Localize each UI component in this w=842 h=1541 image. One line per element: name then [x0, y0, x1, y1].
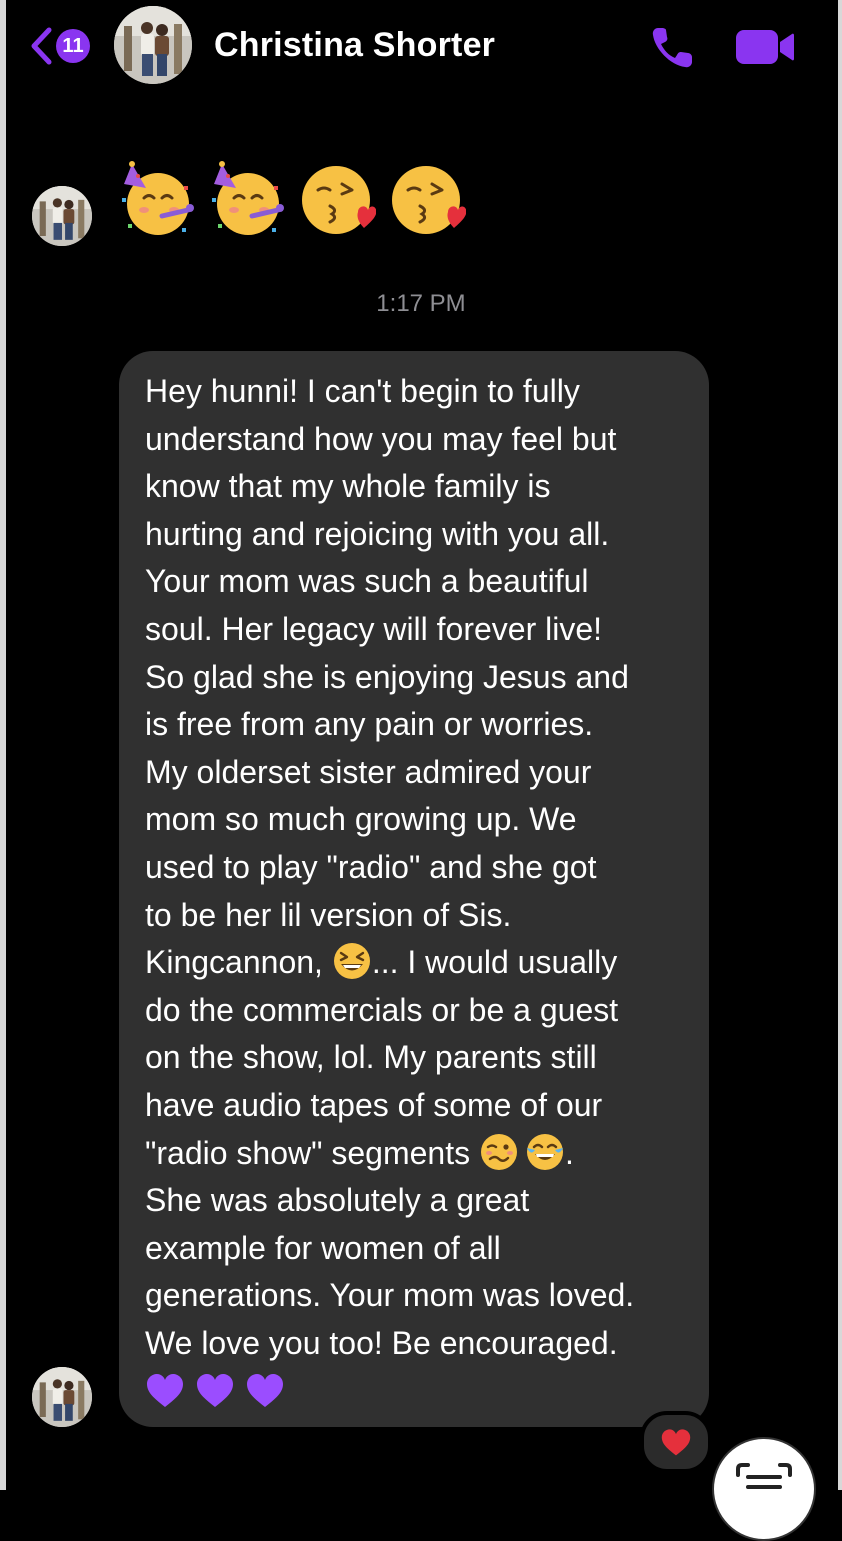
- purple-hearts-row: [145, 1371, 705, 1411]
- face-blowing-kiss-emoji: [302, 166, 376, 234]
- message-line: used to play "radio" and she got: [145, 848, 597, 885]
- message-line: She was absolutely a great: [145, 1182, 530, 1219]
- message-line: understand how you may feel but: [145, 420, 617, 457]
- partying-face-emoji: [122, 161, 194, 235]
- contact-name[interactable]: Christina Shorter: [214, 26, 495, 65]
- screen-edge-right: [838, 0, 842, 1490]
- face-with-tears-of-joy-emoji: [526, 1133, 563, 1170]
- avatar-photo: [32, 1367, 92, 1427]
- text-scan-icon: [736, 1463, 792, 1489]
- sender-avatar[interactable]: [32, 1367, 92, 1427]
- message-line: to be her lil version of Sis.: [145, 896, 512, 933]
- avatar-photo: [114, 6, 192, 84]
- avatar-photo: [32, 186, 92, 246]
- message-line: is free from any pain or worries.: [145, 706, 594, 743]
- message-line: My olderset sister admired your: [145, 753, 592, 790]
- purple-heart-icon: [247, 1374, 283, 1408]
- message-line: Your mom was such a beautiful: [145, 563, 589, 600]
- message-line: mom so much growing up. We: [145, 801, 577, 838]
- screen-edge-left: [0, 0, 6, 1490]
- message-line: example for women of all: [145, 1229, 501, 1266]
- unread-count-badge: 11: [56, 29, 90, 63]
- message-line: hurting and rejoicing with you all.: [145, 515, 610, 552]
- message-fragment: ... I would usually: [371, 944, 618, 981]
- message-line: generations. Your mom was loved.: [145, 1277, 635, 1314]
- purple-heart-icon: [197, 1374, 233, 1408]
- text-scan-button[interactable]: [712, 1437, 816, 1541]
- message-line: on the show, lol. My parents still: [145, 1039, 597, 1076]
- partying-face-emoji: [212, 161, 284, 235]
- message-line: Kingcannon, ... I would usually: [145, 939, 705, 987]
- video-camera-icon[interactable]: [734, 26, 796, 68]
- message-fragment: Kingcannon,: [145, 944, 332, 981]
- contact-avatar[interactable]: [114, 6, 192, 84]
- emoji-message[interactable]: [118, 158, 466, 238]
- purple-heart-icon: [147, 1374, 183, 1408]
- face-blowing-kiss-emoji: [392, 166, 466, 234]
- message-bubble[interactable]: Hey hunni! I can't begin to fully unders…: [119, 351, 709, 1427]
- back-button[interactable]: 11: [28, 26, 90, 66]
- message-line: soul. Her legacy will forever live!: [145, 610, 603, 647]
- message-line: So glad she is enjoying Jesus and: [145, 658, 629, 695]
- message-line: We love you too! Be encouraged.: [145, 1324, 618, 1361]
- phone-icon[interactable]: [646, 22, 698, 74]
- woozy-face-emoji: [480, 1133, 517, 1170]
- red-heart-icon: [661, 1429, 691, 1456]
- message-line: know that my whole family is: [145, 468, 551, 505]
- chevron-left-icon: [31, 27, 52, 65]
- message-line: do the commercials or be a guest: [145, 991, 619, 1028]
- message-fragment: .: [564, 1134, 574, 1171]
- message-text: Hey hunni! I can't begin to fully unders…: [145, 368, 705, 1411]
- message-line: have audio tapes of some of our: [145, 1086, 603, 1123]
- message-line: Hey hunni! I can't begin to fully: [145, 373, 580, 409]
- chat-header: 11 Christina Shorter: [6, 0, 838, 96]
- message-reaction[interactable]: [640, 1411, 712, 1473]
- message-fragment: "radio show" segments: [145, 1134, 479, 1171]
- message-line: "radio show" segments .: [145, 1130, 705, 1178]
- grinning-squinting-face-emoji: [333, 943, 370, 980]
- sender-avatar[interactable]: [32, 186, 92, 246]
- message-timestamp: 1:17 PM: [376, 290, 466, 317]
